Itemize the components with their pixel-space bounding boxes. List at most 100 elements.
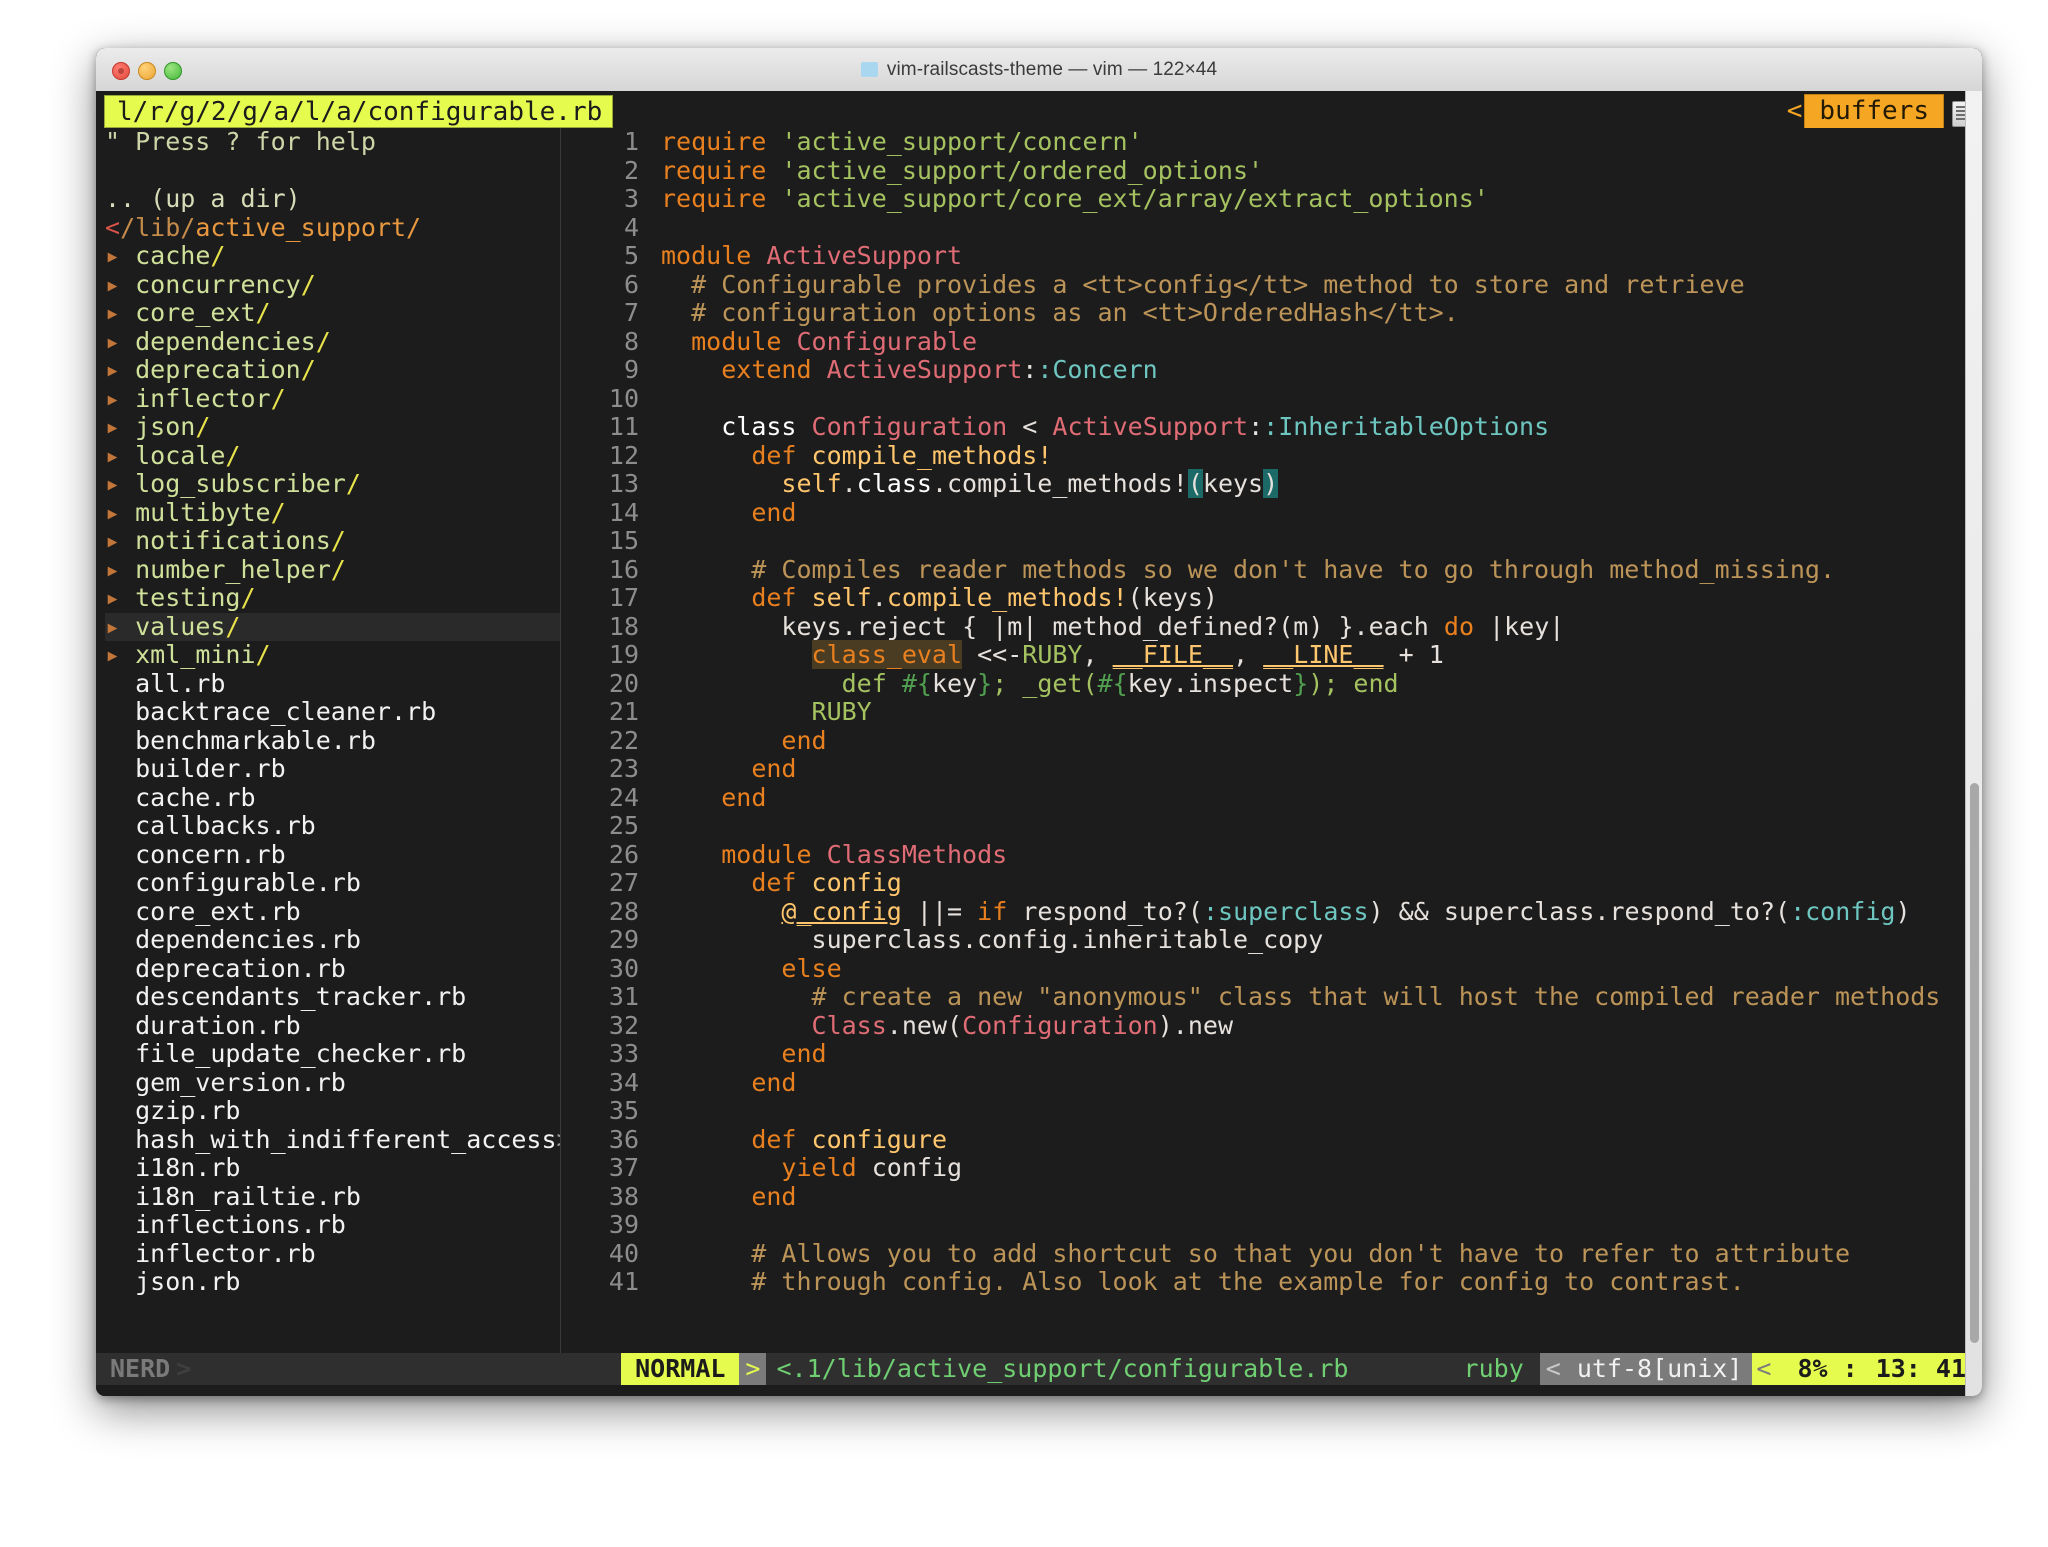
code-line[interactable]: 18 keys.reject { |m| method_defined?(m) …	[561, 612, 1982, 642]
nerdtree-file-gzip-rb[interactable]: gzip.rb	[105, 1096, 560, 1126]
code-line[interactable]: 39	[561, 1210, 1982, 1240]
line-number: 13	[608, 469, 639, 498]
code-comment: # Configurable provides a <tt>config</tt…	[661, 269, 1745, 299]
nerdtree-file-configurable-rb[interactable]: configurable.rb	[105, 868, 560, 898]
nerdtree-dir-deprecation[interactable]: ▸ deprecation/	[105, 355, 560, 385]
code-line-text: self.class.compile_methods!(keys)	[661, 469, 1279, 498]
code-line[interactable]: 41 # through config. Also look at the ex…	[561, 1267, 1982, 1297]
nerdtree-file-hash_with_indifferent_access[interactable]: hash_with_indifferent_access>	[105, 1125, 560, 1155]
code-line[interactable]: 24 end	[561, 783, 1982, 813]
code-line[interactable]: 3 require 'active_support/core_ext/array/…	[561, 184, 1982, 214]
tab-configurable-rb[interactable]: l/r/g/2/g/a/l/a/configurable.rb	[104, 95, 614, 128]
window-scrollbar[interactable]	[1970, 783, 1979, 1343]
line-number: 26	[608, 839, 639, 869]
nerdtree-dir-notifications[interactable]: ▸ notifications/	[105, 526, 560, 556]
code-editor-pane[interactable]: 1 require 'active_support/concern' 2 requir…	[561, 128, 1982, 1353]
code-line[interactable]: 6 # Configurable provides a <tt>config</…	[561, 269, 1982, 300]
line-number: 1	[623, 128, 639, 156]
nerdtree-file-i18n-rb[interactable]: i18n.rb	[105, 1153, 560, 1183]
nerdtree-root[interactable]: </lib/active_support/	[105, 213, 560, 243]
window-titlebar[interactable]: vim-railscasts-theme — vim — 122×44	[96, 48, 1982, 92]
code-line[interactable]: 28 @_config ||= if respond_to?(:supercla…	[561, 897, 1982, 927]
nerdtree-dir-concurrency[interactable]: ▸ concurrency/	[105, 270, 560, 300]
code-line[interactable]: 21 RUBY	[561, 697, 1982, 727]
code-line[interactable]: 31 # create a new "anonymous" class that…	[561, 982, 1982, 1012]
nerdtree-file-concern-rb[interactable]: concern.rb	[105, 840, 560, 870]
nerdtree-sidebar[interactable]: " Press ? for help .. (up a dir) </lib/a…	[96, 128, 560, 1353]
code-line[interactable]: 5 module ActiveSupport	[561, 241, 1982, 271]
nerdtree-dir-cache[interactable]: ▸ cache/	[105, 241, 560, 271]
nerdtree-dir-json[interactable]: ▸ json/	[105, 412, 560, 442]
code-line[interactable]: 25	[561, 811, 1982, 841]
code-line[interactable]: 19 class_eval <<-RUBY, __FILE__, __LINE_…	[561, 640, 1982, 670]
line-number: 3	[623, 184, 639, 213]
code-line[interactable]: 36 def configure	[561, 1125, 1982, 1155]
nerdtree-file-deprecation-rb[interactable]: deprecation.rb	[105, 954, 560, 984]
nerdtree-file-inflector-rb[interactable]: inflector.rb	[105, 1239, 560, 1269]
code-line[interactable]: 29 superclass.config.inheritable_copy	[561, 925, 1982, 955]
code-line[interactable]: 27 def config	[561, 868, 1982, 898]
code-line[interactable]: 35	[561, 1096, 1982, 1126]
code-line[interactable]: 34 end	[561, 1068, 1982, 1098]
code-line[interactable]: 38 end	[561, 1182, 1982, 1212]
nerdtree-file-duration-rb[interactable]: duration.rb	[105, 1011, 560, 1041]
nerdtree-file-label: backtrace_cleaner.rb	[105, 697, 437, 726]
nerdtree-file-backtrace_cleaner-rb[interactable]: backtrace_cleaner.rb	[105, 697, 560, 727]
nerdtree-file-file_update_checker-rb[interactable]: file_update_checker.rb	[105, 1039, 560, 1069]
code-line[interactable]: 11 class Configuration < ActiveSupport::…	[561, 412, 1982, 442]
nerdtree-dir-dependencies[interactable]: ▸ dependencies/	[105, 326, 560, 357]
nerdtree-dir-locale[interactable]: ▸ locale/	[105, 441, 560, 471]
nerdtree-file-core_ext-rb[interactable]: core_ext.rb	[105, 897, 560, 927]
code-line[interactable]: 8 module Configurable	[561, 327, 1982, 357]
code-line[interactable]: 14 end	[561, 498, 1982, 528]
nerdtree-dir-slash: /	[225, 611, 241, 641]
code-line-text: def config	[661, 868, 902, 897]
nerdtree-dir-multibyte[interactable]: ▸ multibyte/	[105, 498, 560, 528]
nerdtree-dir-label: dependencies	[135, 326, 316, 356]
tab-buffers[interactable]: buffers	[1804, 94, 1944, 129]
nerdtree-file-json-rb[interactable]: json.rb	[105, 1267, 560, 1297]
nerdtree-file-inflections-rb[interactable]: inflections.rb	[105, 1210, 560, 1240]
nerdtree-file-dependencies-rb[interactable]: dependencies.rb	[105, 925, 560, 955]
code-line[interactable]: 9 extend ActiveSupport::Concern	[561, 355, 1982, 385]
code-line[interactable]: 32 Class.new(Configuration).new	[561, 1011, 1982, 1041]
code-line[interactable]: 1 require 'active_support/concern'	[561, 128, 1982, 157]
nerdtree-file-builder-rb[interactable]: builder.rb	[105, 754, 560, 784]
code-line[interactable]: 23 end	[561, 754, 1982, 784]
nerdtree-dir-core_ext[interactable]: ▸ core_ext/	[105, 298, 560, 328]
nerdtree-file-callbacks-rb[interactable]: callbacks.rb	[105, 811, 560, 841]
code-line[interactable]: 26 module ClassMethods	[561, 839, 1982, 870]
code-keyword: class	[721, 412, 797, 441]
code-line[interactable]: 33 end	[561, 1039, 1982, 1069]
nerdtree-up-dir[interactable]: .. (up a dir)	[105, 184, 560, 214]
nerdtree-file-descendants_tracker-rb[interactable]: descendants_tracker.rb	[105, 982, 560, 1012]
code-line-text: end	[661, 498, 796, 527]
nerdtree-file-cache-rb[interactable]: cache.rb	[105, 783, 560, 813]
code-line[interactable]: 13 self.class.compile_methods!(keys)	[561, 469, 1982, 499]
code-line[interactable]: 15	[561, 526, 1982, 556]
nerdtree-dir-log_subscriber[interactable]: ▸ log_subscriber/	[105, 469, 560, 499]
code-line[interactable]: 22 end	[561, 726, 1982, 756]
code-line[interactable]: 7 # configuration options as an <tt>Orde…	[561, 298, 1982, 328]
code-line[interactable]: 2 require 'active_support/ordered_options…	[561, 156, 1982, 186]
code-line[interactable]: 40 # Allows you to add shortcut so that …	[561, 1239, 1982, 1269]
nerdtree-dir-inflector[interactable]: ▸ inflector/	[105, 384, 560, 414]
nerdtree-dir-testing[interactable]: ▸ testing/	[105, 583, 560, 613]
code-keyword: def	[751, 868, 797, 897]
code-line[interactable]: 16 # Compiles reader methods so we don't…	[561, 555, 1982, 585]
nerdtree-dir-values[interactable]: ▸ values/	[105, 611, 560, 641]
nerdtree-dir-number_helper[interactable]: ▸ number_helper/	[105, 555, 560, 585]
nerdtree-file-benchmarkable-rb[interactable]: benchmarkable.rb	[105, 726, 560, 756]
code-line[interactable]: 10	[561, 384, 1982, 414]
code-line[interactable]: 12 def compile_methods!	[561, 441, 1982, 471]
nerdtree-dir-xml_mini[interactable]: ▸ xml_mini/	[105, 640, 560, 670]
code-keyword: end	[781, 1039, 827, 1068]
code-line[interactable]: 30 else	[561, 954, 1982, 984]
nerdtree-file-i18n_railtie-rb[interactable]: i18n_railtie.rb	[105, 1182, 560, 1212]
code-line[interactable]: 37 yield config	[561, 1153, 1982, 1183]
nerdtree-file-all-rb[interactable]: all.rb	[105, 669, 560, 699]
nerdtree-file-gem_version-rb[interactable]: gem_version.rb	[105, 1068, 560, 1098]
code-line[interactable]: 17 def self.compile_methods!(keys)	[561, 583, 1982, 613]
code-line[interactable]: 4	[561, 213, 1982, 243]
code-line[interactable]: 20 def #{key}; _get(#{key.inspect}); end	[561, 669, 1982, 699]
